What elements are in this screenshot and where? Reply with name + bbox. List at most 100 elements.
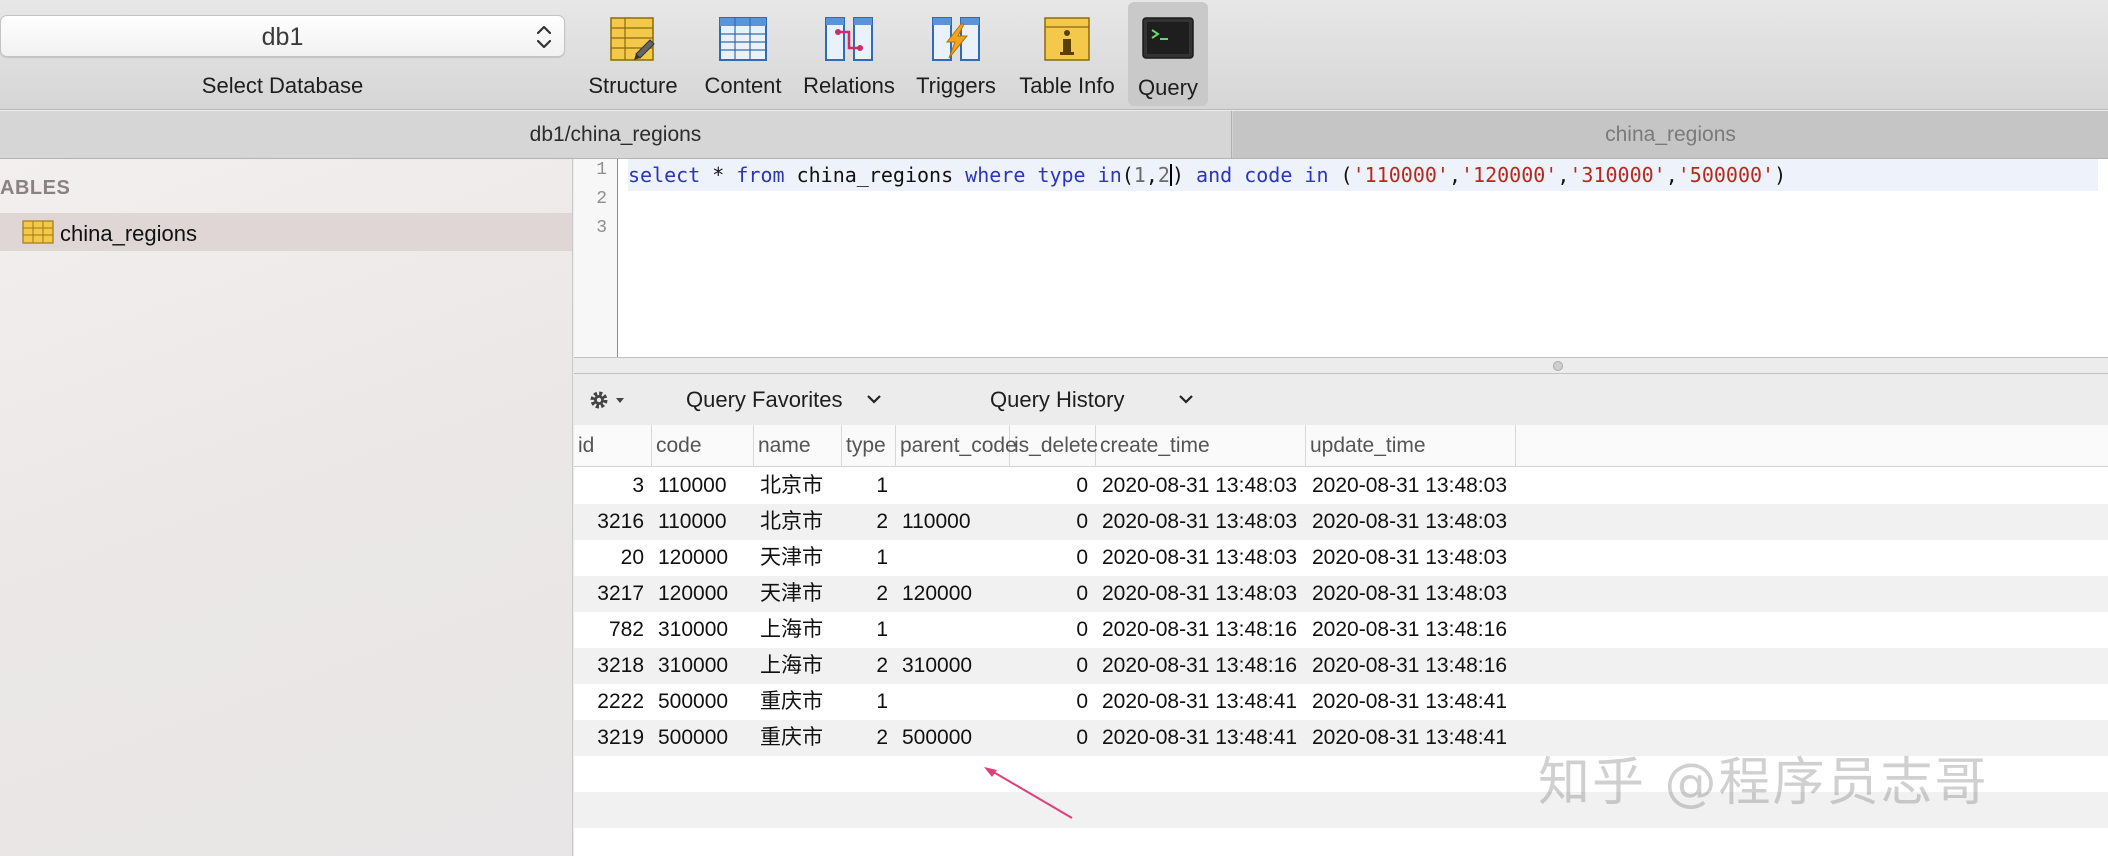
table-cell-type[interactable]: 1 [842,612,888,648]
table-cell-update-time[interactable]: 2020-08-31 13:48:03 [1312,504,1516,540]
column-header-is-delete[interactable]: is_delete [1010,425,1098,467]
content-button[interactable]: Content [695,0,791,108]
relations-button[interactable]: Relations [798,0,900,108]
column-header-update-time[interactable]: update_time [1306,425,1516,467]
table-cell-code[interactable]: 310000 [658,648,754,684]
table-cell-id[interactable]: 20 [574,540,644,576]
table-cell-code[interactable]: 110000 [658,504,754,540]
table-cell-name[interactable]: 北京市 [760,468,842,504]
table-cell-parent-code[interactable]: 120000 [902,576,1010,612]
table-cell-create-time[interactable]: 2020-08-31 13:48:03 [1102,468,1306,504]
table-cell-type[interactable]: 1 [842,684,888,720]
table-cell-is-delete[interactable]: 0 [1010,504,1088,540]
query-button[interactable]: Query [1128,2,1208,106]
table-cell-name[interactable]: 上海市 [760,612,842,648]
table-row[interactable]: 3218 310000 上海市 2 310000 0 2020-08-31 13:48:16… [574,648,2108,684]
table-cell-create-time[interactable]: 2020-08-31 13:48:03 [1102,576,1306,612]
table-cell-update-time[interactable]: 2020-08-31 13:48:41 [1312,684,1516,720]
table-cell-is-delete[interactable]: 0 [1010,540,1088,576]
column-header-code[interactable]: code [652,425,754,467]
sql-token-kw: from [736,163,785,187]
table-cell-type[interactable]: 1 [842,468,888,504]
table-cell-type[interactable]: 1 [842,540,888,576]
table-cell-code[interactable]: 500000 [658,684,754,720]
table-cell-is-delete[interactable]: 0 [1010,612,1088,648]
table-cell-name[interactable]: 重庆市 [760,720,842,756]
sidebar-item-china-regions[interactable]: china_regions [0,213,572,251]
table-cell-name[interactable]: 重庆市 [760,684,842,720]
sql-token-kw: in [1304,163,1329,187]
table-cell-is-delete[interactable]: 0 [1010,684,1088,720]
table-cell-name[interactable]: 天津市 [760,540,842,576]
table-cell-create-time[interactable]: 2020-08-31 13:48:16 [1102,648,1306,684]
table-cell-id[interactable]: 3217 [574,576,644,612]
sql-code-line[interactable]: select * from china_regions where type i… [628,159,2098,191]
column-header-create-time[interactable]: create_time [1096,425,1306,467]
table-cell-id[interactable]: 2222 [574,684,644,720]
query-history-menu[interactable]: Query History [990,387,1193,413]
table-info-button[interactable]: Table Info [1011,0,1123,108]
table-cell-name[interactable]: 上海市 [760,648,842,684]
table-cell-type[interactable]: 2 [842,576,888,612]
table-cell-create-time[interactable]: 2020-08-31 13:48:03 [1102,504,1306,540]
table-cell-name[interactable]: 北京市 [760,504,842,540]
table-cell-type[interactable]: 2 [842,648,888,684]
table-cell-parent-code[interactable] [902,612,1010,648]
table-cell-code[interactable]: 310000 [658,612,754,648]
split-view-divider[interactable] [574,357,2108,374]
tab-china-regions[interactable]: china_regions [1233,111,2108,158]
gear-icon[interactable] [588,388,628,412]
divider-handle[interactable] [1553,361,1563,371]
triggers-button[interactable]: Triggers [908,0,1004,108]
column-header-type[interactable]: type [842,425,896,467]
table-row[interactable]: 20 120000 天津市 1 0 2020-08-31 13:48:03 2020-08-… [574,540,2108,576]
table-row[interactable]: 3217 120000 天津市 2 120000 0 2020-08-31 13:48:03… [574,576,2108,612]
table-row[interactable]: 3216 110000 北京市 2 110000 0 2020-08-31 13:48:03… [574,504,2108,540]
table-cell-is-delete[interactable]: 0 [1010,468,1088,504]
column-header-parent-code[interactable]: parent_code [896,425,1017,467]
table-row[interactable]: 2222 500000 重庆市 1 0 2020-08-31 13:48:41 2020-0… [574,684,2108,720]
table-row[interactable]: 3 110000 北京市 1 0 2020-08-31 13:48:03 2020-08-3… [574,468,2108,504]
terminal-icon [1142,17,1194,59]
table-cell-code[interactable]: 110000 [658,468,754,504]
table-cell-id[interactable]: 3216 [574,504,644,540]
table-cell-parent-code[interactable]: 310000 [902,648,1010,684]
table-cell-code[interactable]: 120000 [658,576,754,612]
table-cell-parent-code[interactable]: 110000 [902,504,1010,540]
column-header-name[interactable]: name [754,425,842,467]
table-cell-is-delete[interactable]: 0 [1010,576,1088,612]
table-cell-create-time[interactable]: 2020-08-31 13:48:41 [1102,684,1306,720]
database-select[interactable]: db1 [0,15,565,57]
table-cell-is-delete[interactable]: 0 [1010,648,1088,684]
table-cell-id[interactable]: 3219 [574,720,644,756]
structure-button[interactable]: Structure [582,0,684,108]
table-cell-create-time[interactable]: 2020-08-31 13:48:03 [1102,540,1306,576]
table-cell-parent-code[interactable] [902,540,1010,576]
table-cell-code[interactable]: 120000 [658,540,754,576]
table-cell-update-time[interactable]: 2020-08-31 13:48:41 [1312,720,1516,756]
table-cell-parent-code[interactable] [902,684,1010,720]
table-cell-create-time[interactable]: 2020-08-31 13:48:41 [1102,720,1306,756]
table-cell-id[interactable]: 3 [574,468,644,504]
table-cell-update-time[interactable]: 2020-08-31 13:48:03 [1312,540,1516,576]
table-cell-update-time[interactable]: 2020-08-31 13:48:16 [1312,648,1516,684]
table-cell-code[interactable]: 500000 [658,720,754,756]
table-cell-update-time[interactable]: 2020-08-31 13:48:16 [1312,612,1516,648]
query-editor[interactable]: 1 2 3 select * from china_regions where … [574,159,2108,357]
table-cell-is-delete[interactable]: 0 [1010,720,1088,756]
table-row[interactable]: 782 310000 上海市 1 0 2020-08-31 13:48:16 2020-08… [574,612,2108,648]
query-favorites-menu[interactable]: Query Favorites [686,387,881,413]
table-cell-name[interactable]: 天津市 [760,576,842,612]
table-cell-type[interactable]: 2 [842,504,888,540]
table-cell-create-time[interactable]: 2020-08-31 13:48:16 [1102,612,1306,648]
sql-token-kw: code [1244,163,1293,187]
column-header-id[interactable]: id [574,425,652,467]
table-cell-id[interactable]: 782 [574,612,644,648]
table-cell-update-time[interactable]: 2020-08-31 13:48:03 [1312,576,1516,612]
table-cell-id[interactable]: 3218 [574,648,644,684]
table-cell-update-time[interactable]: 2020-08-31 13:48:03 [1312,468,1516,504]
table-cell-parent-code[interactable]: 500000 [902,720,1010,756]
table-cell-parent-code[interactable] [902,468,1010,504]
tab-db1-china-regions[interactable]: db1/china_regions [0,111,1232,158]
table-cell-type[interactable]: 2 [842,720,888,756]
